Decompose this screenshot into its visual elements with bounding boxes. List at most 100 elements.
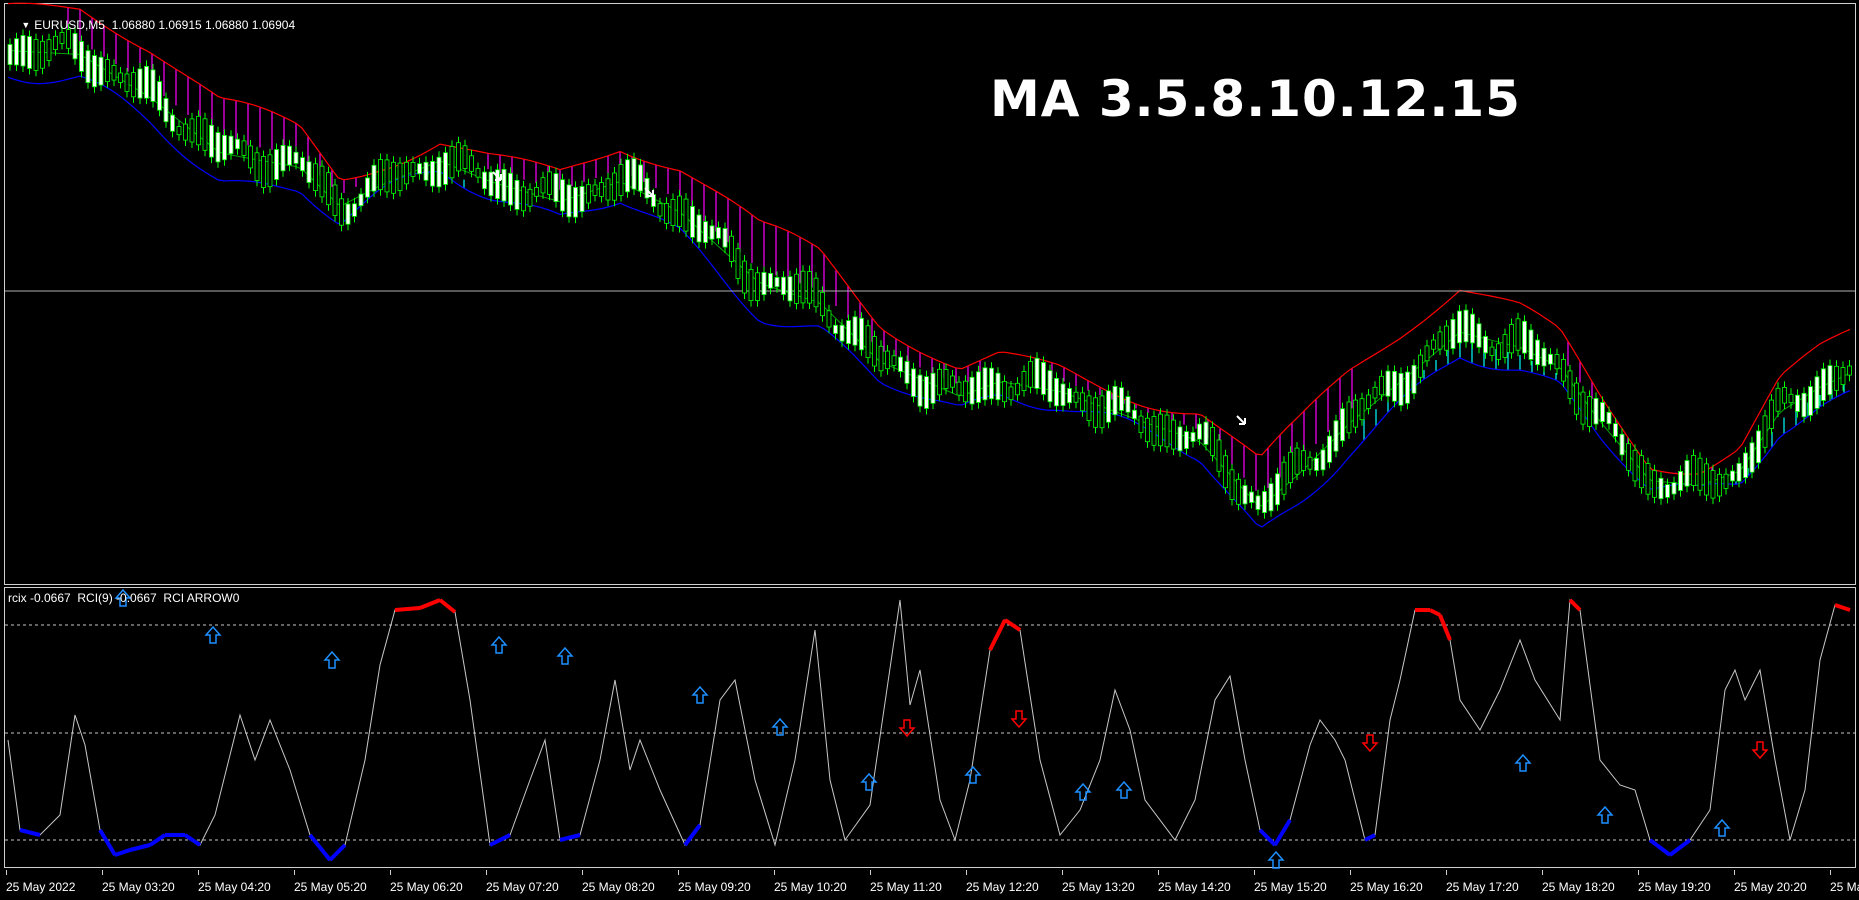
candle-body	[345, 203, 351, 225]
upper-band-line	[7, 2, 1851, 475]
candle-body	[248, 145, 253, 169]
time-axis-label: 25 May 11:20	[870, 880, 942, 894]
price-chart-canvas	[5, 2, 1855, 869]
candle-body	[1788, 393, 1794, 404]
candle-body	[1145, 417, 1150, 443]
candle-body	[1093, 397, 1098, 428]
candle-body	[1535, 339, 1540, 366]
candle-body	[748, 268, 754, 301]
candle-body	[579, 186, 585, 212]
candle-body	[1106, 390, 1111, 423]
time-axis-tick	[486, 870, 487, 875]
candle-body	[839, 324, 845, 342]
time-axis-tick	[1830, 870, 1831, 875]
candle-body	[1099, 395, 1105, 429]
time-axis-label: 25 May 18:20	[1542, 880, 1615, 894]
arrow-down-icon	[1751, 741, 1769, 760]
time-axis-label: 25 May 16:20	[1350, 880, 1423, 894]
rci-oversold-segment	[1364, 833, 1376, 842]
candle-body	[586, 184, 591, 204]
candle-body	[124, 73, 130, 92]
candle-body	[118, 72, 123, 83]
candle-body	[943, 369, 949, 389]
rci-overbought-segment	[1834, 603, 1851, 612]
candle-body	[1086, 395, 1092, 421]
candle-body	[1021, 370, 1027, 391]
candle-body	[209, 124, 214, 158]
candle-body	[1392, 370, 1397, 402]
candle-body	[1197, 423, 1202, 440]
candle-body	[482, 171, 487, 190]
candle-body	[1047, 370, 1053, 403]
candle-body	[859, 317, 864, 351]
candle-body	[1632, 449, 1638, 482]
candle-body	[1125, 396, 1131, 413]
candle-body	[1138, 415, 1144, 434]
candle-body	[1418, 354, 1423, 378]
candle-body	[1684, 460, 1690, 487]
arrow-down-icon	[1010, 710, 1028, 729]
time-axis-tick	[966, 870, 967, 875]
candle-body	[924, 376, 929, 409]
candle-body	[215, 132, 221, 163]
candle-body	[1314, 457, 1319, 471]
candle-body	[1301, 450, 1306, 471]
candle-body	[1366, 394, 1371, 409]
candle-body	[1795, 394, 1800, 413]
time-axis-tick	[102, 870, 103, 875]
chart-window[interactable]: ▼ EURUSD,M5 1.06880 1.06915 1.06880 1.069…	[0, 0, 1859, 900]
candle-body	[1411, 364, 1417, 394]
candle-body	[241, 140, 247, 156]
candle-body	[332, 184, 338, 216]
candle-body	[1405, 371, 1410, 404]
arrow-up-icon	[204, 625, 222, 644]
candle-body	[1593, 397, 1599, 425]
candle-body	[1587, 395, 1592, 427]
candle-body	[1756, 430, 1761, 464]
candle-body	[1236, 478, 1241, 505]
candle-body	[1450, 318, 1456, 349]
candle-body	[1060, 383, 1066, 407]
candle-body	[677, 195, 682, 227]
candle-body	[1710, 470, 1716, 499]
symbol-caption-text: EURUSD,M5 1.06880 1.06915 1.06880 1.0690…	[34, 18, 296, 32]
arrow-up-icon	[964, 765, 982, 784]
time-axis-label: 25 May 04:20	[198, 880, 271, 894]
candle-body	[885, 350, 890, 370]
candle-body	[1132, 409, 1137, 420]
candle-body	[202, 118, 208, 151]
candle-body	[306, 161, 312, 183]
candle-body	[326, 172, 331, 206]
candle-body	[631, 158, 637, 190]
candle-body	[475, 168, 481, 178]
candle-body	[1073, 391, 1079, 403]
candle-body	[176, 126, 182, 136]
candle-body	[384, 159, 390, 193]
time-axis-tick	[1350, 870, 1351, 875]
arrow-up-icon	[1267, 850, 1285, 869]
arrow-up-icon	[1074, 782, 1092, 801]
rci-overbought-segment	[1568, 598, 1582, 612]
candle-body	[1528, 329, 1534, 360]
arrow-up-icon	[556, 646, 574, 665]
candle-body	[1015, 382, 1020, 396]
time-axis-tick	[774, 870, 775, 875]
time-axis-label: 25 May 09:20	[678, 880, 751, 894]
candle-body	[1814, 376, 1820, 409]
candle-body	[1502, 334, 1508, 358]
time-axis-label: 25 May 15:20	[1254, 880, 1327, 894]
time-axis-label: 25 May 2022	[6, 880, 76, 894]
candle-body	[1509, 324, 1514, 354]
collapse-triangle-icon[interactable]: ▼	[21, 20, 30, 30]
candle-body	[1541, 347, 1547, 367]
candle-body	[1457, 310, 1462, 344]
candle-body	[1834, 365, 1839, 391]
candle-body	[1255, 495, 1261, 510]
symbol-caption: ▼ EURUSD,M5 1.06880 1.06915 1.06880 1.069…	[8, 4, 295, 46]
candle-body	[1561, 358, 1566, 382]
indicator-caption: rcix -0.0667 RCI(9) -0.0667 RCI ARROW0	[8, 591, 240, 605]
candle-body	[852, 316, 858, 346]
rci-oversold-segment	[98, 828, 117, 857]
time-axis-label: 25 May 19:20	[1638, 880, 1711, 894]
candle-body	[1216, 439, 1222, 472]
